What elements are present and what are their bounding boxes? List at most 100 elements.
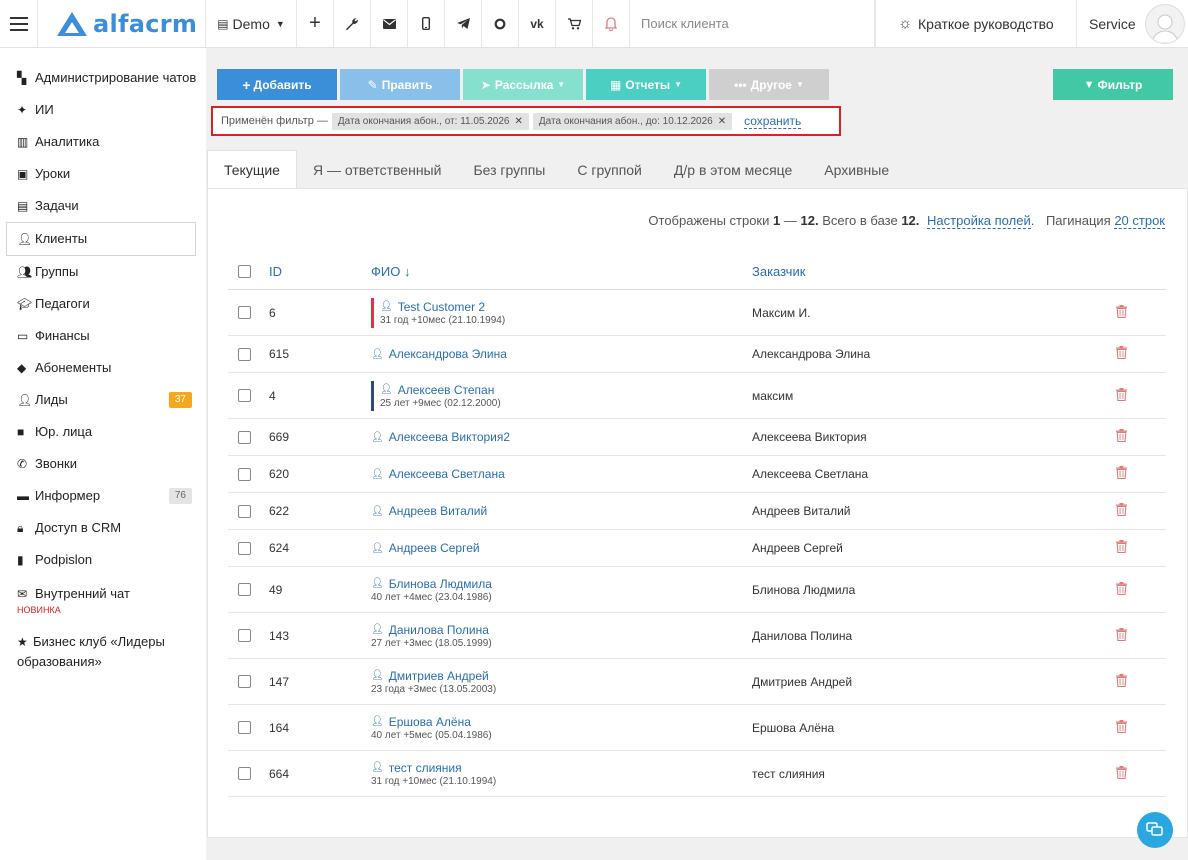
- sidebar-item-tasks[interactable]: ▤ Задачи: [0, 190, 206, 222]
- row-checkbox[interactable]: [238, 430, 251, 444]
- sidebar-item-calls[interactable]: ✆ Звонки: [0, 448, 206, 480]
- client-name-link[interactable]: 👤︎ Test Customer 2: [380, 300, 505, 314]
- plus-icon[interactable]: +: [297, 0, 334, 47]
- add-button[interactable]: + Добавить: [217, 69, 337, 100]
- row-checkbox[interactable]: [238, 306, 251, 319]
- row-checkbox[interactable]: [238, 675, 251, 688]
- table-row[interactable]: 615 👤︎ Александрова Элина Александрова Элин…: [228, 336, 1166, 373]
- client-name-link[interactable]: 👤︎ Блинова Людмила: [371, 577, 492, 591]
- sidebar-item-ai[interactable]: ✦ ИИ: [0, 94, 206, 126]
- tab-no-group[interactable]: Без группы: [457, 150, 561, 189]
- row-checkbox[interactable]: [238, 541, 251, 555]
- sidebar-item-chat-admin[interactable]: ▚ Администрирование чатов: [0, 62, 206, 94]
- mail-icon[interactable]: [371, 0, 408, 47]
- row-checkbox[interactable]: [238, 467, 251, 481]
- sidebar-item-subscriptions[interactable]: ◆ Абонементы: [0, 352, 206, 384]
- table-row[interactable]: 49 👤︎ Блинова Людмила 40 лет +4мес (23.04.1…: [228, 567, 1166, 613]
- sidebar-item-legal[interactable]: ■ Юр. лица: [0, 416, 206, 448]
- close-icon[interactable]: ✕: [515, 116, 523, 127]
- client-name-link[interactable]: 👤︎ Алексеева Виктория2: [371, 430, 510, 444]
- tab-current[interactable]: Текущие: [207, 150, 297, 189]
- client-name-link[interactable]: 👤︎ Андреев Сергей: [371, 541, 480, 555]
- vk-icon[interactable]: vk: [519, 0, 556, 47]
- client-name-link[interactable]: 👤︎ Алексеев Степан: [380, 383, 501, 397]
- reports-button[interactable]: ▦ Отчеты ▼: [586, 69, 706, 100]
- client-name-link[interactable]: 👤︎ тест слияния: [371, 761, 496, 775]
- trash-icon[interactable]: [1116, 304, 1166, 321]
- trash-icon[interactable]: [1116, 627, 1166, 644]
- column-customer[interactable]: Заказчик: [752, 264, 1116, 279]
- mailing-button[interactable]: ➤ Рассылка ▼: [463, 69, 583, 100]
- trash-icon[interactable]: [1116, 346, 1166, 362]
- edit-button[interactable]: ✎ Править: [340, 69, 460, 100]
- logo[interactable]: alfacrm: [38, 0, 206, 47]
- select-all-checkbox[interactable]: [238, 264, 251, 278]
- sidebar-item-lessons[interactable]: ▣ Уроки: [0, 158, 206, 190]
- client-name-link[interactable]: 👤︎ Андреев Виталий: [371, 504, 487, 518]
- client-name-link[interactable]: 👤︎ Алексеева Светлана: [371, 467, 505, 481]
- trash-icon[interactable]: [1116, 387, 1166, 404]
- cart-icon[interactable]: [556, 0, 593, 47]
- table-row[interactable]: 622 👤︎ Андреев Виталий Андреев Виталий: [228, 493, 1166, 530]
- table-row[interactable]: 6 👤︎ Test Customer 2 31 год +10мес (21.10.1…: [228, 290, 1166, 336]
- table-row[interactable]: 669 👤︎ Алексеева Виктория2 Алексеева Виктор…: [228, 419, 1166, 456]
- table-row[interactable]: 620 👤︎ Алексеева Светлана Алексеева Светлан…: [228, 456, 1166, 493]
- close-icon[interactable]: ✕: [718, 116, 726, 127]
- tab-responsible[interactable]: Я — ответственный: [297, 150, 457, 189]
- table-row[interactable]: 4 👤︎ Алексеев Степан 25 лет +9мес (02.12.20…: [228, 373, 1166, 419]
- trash-icon[interactable]: [1116, 540, 1166, 556]
- row-checkbox[interactable]: [238, 583, 251, 596]
- bell-icon[interactable]: [593, 0, 630, 47]
- circle-icon[interactable]: [482, 0, 519, 47]
- tab-birthdays[interactable]: Д/р в этом месяце: [658, 150, 808, 189]
- row-checkbox[interactable]: [238, 347, 251, 361]
- sidebar-item-analytics[interactable]: ▥ Аналитика: [0, 126, 206, 158]
- column-id[interactable]: ID: [269, 264, 371, 279]
- chat-widget-button[interactable]: [1137, 812, 1173, 848]
- client-name-link[interactable]: 👤︎ Дмитриев Андрей: [371, 669, 496, 683]
- sidebar-item-groups[interactable]: 👥︎ Группы: [0, 256, 206, 288]
- wrench-icon[interactable]: [334, 0, 371, 47]
- trash-icon[interactable]: [1116, 466, 1166, 482]
- sidebar-item-business-club[interactable]: ★ Бизнес клуб «Лидеры образования»: [0, 622, 206, 678]
- other-button[interactable]: ••• Другое ▼: [709, 69, 829, 100]
- row-checkbox[interactable]: [238, 767, 251, 780]
- trash-icon[interactable]: [1116, 765, 1166, 782]
- sidebar-item-teachers[interactable]: 🎓︎ Педагоги: [0, 288, 206, 320]
- sidebar-item-podpislon[interactable]: ▮ Podpislon: [0, 544, 206, 576]
- sidebar-item-leads[interactable]: 👤︎ Лиды 37: [0, 384, 206, 416]
- phone-icon[interactable]: [408, 0, 445, 47]
- menu-icon[interactable]: [0, 0, 38, 47]
- row-checkbox[interactable]: [238, 721, 251, 734]
- user-menu[interactable]: Service: [1077, 0, 1188, 47]
- trash-icon[interactable]: [1116, 673, 1166, 690]
- table-row[interactable]: 164 👤︎ Ершова Алёна 40 лет +5мес (05.04.198…: [228, 705, 1166, 751]
- fields-settings-link[interactable]: Настройка полей: [927, 213, 1031, 229]
- client-name-link[interactable]: 👤︎ Ершова Алёна: [371, 715, 492, 729]
- sidebar-item-informer[interactable]: ▬ Информер 76: [0, 480, 206, 512]
- search-input[interactable]: Поиск клиента: [630, 0, 875, 47]
- sidebar-item-internal-chat[interactable]: ✉ Внутренний чат НОВИНКА: [0, 576, 206, 622]
- tab-with-group[interactable]: С группой: [561, 150, 658, 189]
- telegram-icon[interactable]: [445, 0, 482, 47]
- tab-archive[interactable]: Архивные: [808, 150, 905, 189]
- trash-icon[interactable]: [1116, 429, 1166, 445]
- trash-icon[interactable]: [1116, 581, 1166, 598]
- client-name-link[interactable]: 👤︎ Данилова Полина: [371, 623, 492, 637]
- sidebar-item-clients[interactable]: 👤︎ Клиенты: [6, 222, 196, 256]
- trash-icon[interactable]: [1116, 503, 1166, 519]
- table-row[interactable]: 624 👤︎ Андреев Сергей Андреев Сергей: [228, 530, 1166, 567]
- row-checkbox[interactable]: [238, 504, 251, 518]
- pagination-select[interactable]: 20 строк: [1114, 213, 1165, 229]
- sidebar-item-finance[interactable]: ▭ Финансы: [0, 320, 206, 352]
- save-filter-link[interactable]: сохранить: [744, 114, 802, 129]
- client-name-link[interactable]: 👤︎ Александрова Элина: [371, 347, 507, 361]
- branch-selector[interactable]: ▤ Demo ▼: [206, 0, 297, 47]
- row-checkbox[interactable]: [238, 389, 251, 402]
- row-checkbox[interactable]: [238, 629, 251, 642]
- trash-icon[interactable]: [1116, 719, 1166, 736]
- filter-button[interactable]: ▼ Фильтр: [1053, 69, 1173, 100]
- guide-link[interactable]: ☼ Краткое руководство: [875, 0, 1077, 47]
- table-row[interactable]: 143 👤︎ Данилова Полина 27 лет +3мес (18.05.…: [228, 613, 1166, 659]
- column-fio[interactable]: ФИО ↓: [371, 264, 752, 279]
